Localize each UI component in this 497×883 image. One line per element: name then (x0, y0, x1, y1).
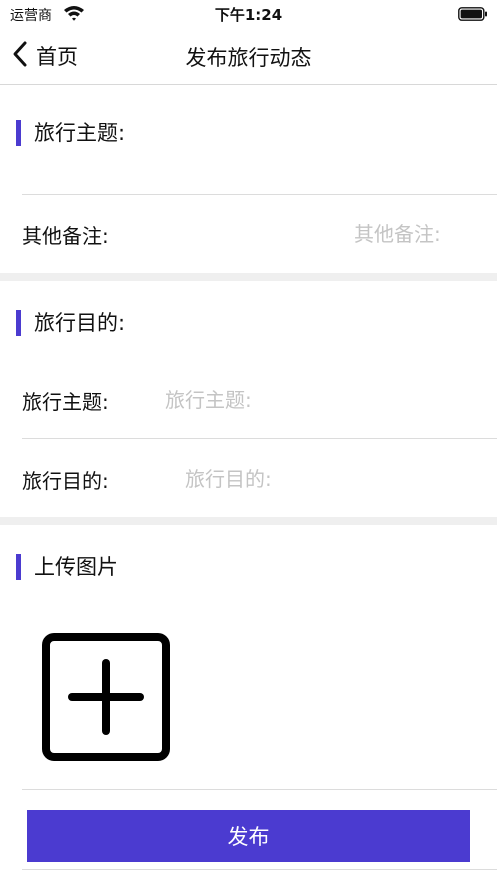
page-title: 发布旅行动态 (185, 46, 312, 70)
row-divider (22, 789, 497, 790)
section-separator (0, 517, 497, 525)
section-separator (0, 273, 497, 281)
section-title: 旅行目的: (34, 311, 126, 335)
theme-row: 旅行主题: (0, 378, 497, 422)
add-photo-button[interactable] (42, 633, 170, 761)
section-header-theme: 旅行主题: (0, 112, 497, 152)
battery-icon (458, 6, 488, 21)
row-divider (22, 438, 497, 439)
status-time: 下午1:24 (214, 6, 283, 24)
section-title: 旅行主题: (34, 121, 126, 145)
purpose-label: 旅行目的: (22, 469, 109, 493)
publish-button[interactable]: 发布 (27, 810, 470, 862)
row-divider (22, 869, 497, 870)
theme-input[interactable] (165, 382, 485, 418)
theme-label: 旅行主题: (22, 390, 109, 414)
remarks-row: 其他备注: (0, 212, 497, 256)
section-header-upload: 上传图片 (0, 546, 497, 586)
accent-bar (16, 120, 21, 146)
section-title: 上传图片 (34, 555, 118, 579)
navigation-bar: 首页 发布旅行动态 (0, 28, 497, 85)
remarks-input[interactable] (354, 216, 494, 252)
remarks-label: 其他备注: (22, 224, 109, 248)
add-square-icon (42, 633, 170, 765)
purpose-input[interactable] (185, 461, 485, 497)
accent-bar (16, 554, 21, 580)
section-header-purpose: 旅行目的: (0, 302, 497, 342)
purpose-row: 旅行目的: (0, 457, 497, 501)
status-bar: 运营商 下午1:24 (0, 0, 497, 28)
row-divider (22, 194, 497, 195)
accent-bar (16, 310, 21, 336)
